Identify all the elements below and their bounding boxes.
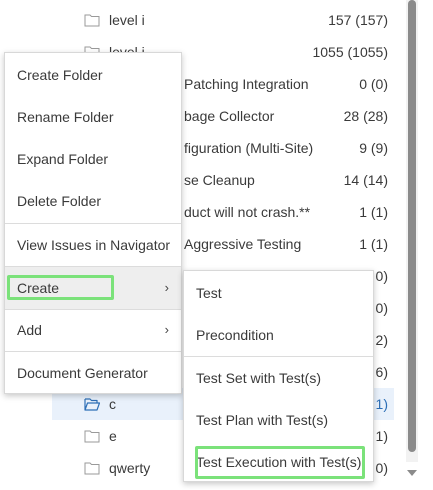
highlight-box [195, 446, 365, 479]
chevron-right-icon: › [164, 280, 169, 295]
menu-item-label: Test Plan with Test(s) [196, 412, 329, 428]
folder-icon [84, 462, 100, 475]
menu-item-delete-folder[interactable]: Delete Folder [5, 180, 181, 222]
vertical-scrollbar[interactable] [406, 0, 418, 490]
submenu-item-precondition[interactable]: Precondition [184, 314, 373, 356]
tree-row-count: 28 (28) [343, 108, 388, 124]
tree-row-count: 1055 (1055) [312, 44, 388, 60]
folder-icon [84, 14, 100, 27]
menu-item-label: Document Generator [17, 365, 148, 381]
chevron-right-icon: › [164, 322, 169, 337]
tree-row-name: figuration (Multi-Site) [184, 140, 314, 156]
tree-row-count: 9 (9) [359, 140, 388, 156]
menu-item-label: Test [196, 285, 222, 301]
tree-row-name: level i [109, 12, 145, 28]
tree-row-count: 1 (1) [359, 236, 388, 252]
submenu-item-test[interactable]: Test [184, 272, 373, 314]
tree-row-count: 1) [375, 428, 388, 444]
create-submenu: Test Precondition Test Set with Test(s) … [183, 270, 374, 482]
menu-item-label: Rename Folder [17, 109, 114, 125]
tree-row-name: Patching Integration [184, 76, 309, 92]
tree-row-name: e [109, 428, 117, 444]
tree-row-name: qwerty [109, 460, 151, 476]
menu-item-document-generator[interactable]: Document Generator [5, 352, 181, 394]
menu-item-create-folder[interactable]: Create Folder [5, 54, 181, 96]
menu-item-add[interactable]: Add › [5, 309, 181, 351]
context-menu: Create Folder Rename Folder Expand Folde… [4, 52, 182, 394]
tree-row-name: duct will not crash.** [184, 204, 311, 220]
menu-item-rename-folder[interactable]: Rename Folder [5, 96, 181, 138]
menu-item-label: Expand Folder [17, 151, 109, 167]
tree-row-name: se Cleanup [184, 172, 255, 188]
tree-row-count: 14 (14) [343, 172, 388, 188]
tree-row-count: 0) [375, 300, 388, 316]
folder-open-icon [84, 398, 100, 411]
menu-item-label: Add [17, 322, 42, 338]
tree-row-count: 157 (157) [328, 12, 388, 28]
tree-row-count: 6) [375, 364, 388, 380]
tree-row-name: bage Collector [184, 108, 275, 124]
tree-row-count: 1) [375, 396, 388, 412]
tree-row[interactable]: level i 157 (157) [52, 4, 394, 36]
folder-icon [84, 430, 100, 443]
menu-item-view-issues-in-navigator[interactable]: View Issues in Navigator [5, 224, 181, 266]
tree-row-name: c [109, 396, 116, 412]
highlight-box [7, 275, 114, 300]
tree-row-name: Aggressive Testing [184, 236, 302, 252]
menu-item-label: Delete Folder [17, 193, 102, 209]
tree-row-count: 0) [375, 268, 388, 284]
submenu-item-test-plan[interactable]: Test Plan with Test(s) [184, 399, 373, 441]
menu-item-expand-folder[interactable]: Expand Folder [5, 138, 181, 180]
menu-item-label: Precondition [196, 327, 274, 343]
scrollbar-thumb[interactable] [408, 0, 416, 452]
tree-row-count: 2) [375, 332, 388, 348]
menu-item-label: Create Folder [17, 67, 103, 83]
menu-item-label: Test Set with Test(s) [196, 370, 322, 386]
menu-item-label: View Issues in Navigator [17, 237, 171, 253]
scroll-down-arrow-icon[interactable] [407, 470, 417, 476]
tree-row-count: 0 (0) [359, 76, 388, 92]
tree-row-count: 0) [375, 460, 388, 476]
submenu-item-test-set[interactable]: Test Set with Test(s) [184, 357, 373, 399]
tree-row-count: 1 (1) [359, 204, 388, 220]
